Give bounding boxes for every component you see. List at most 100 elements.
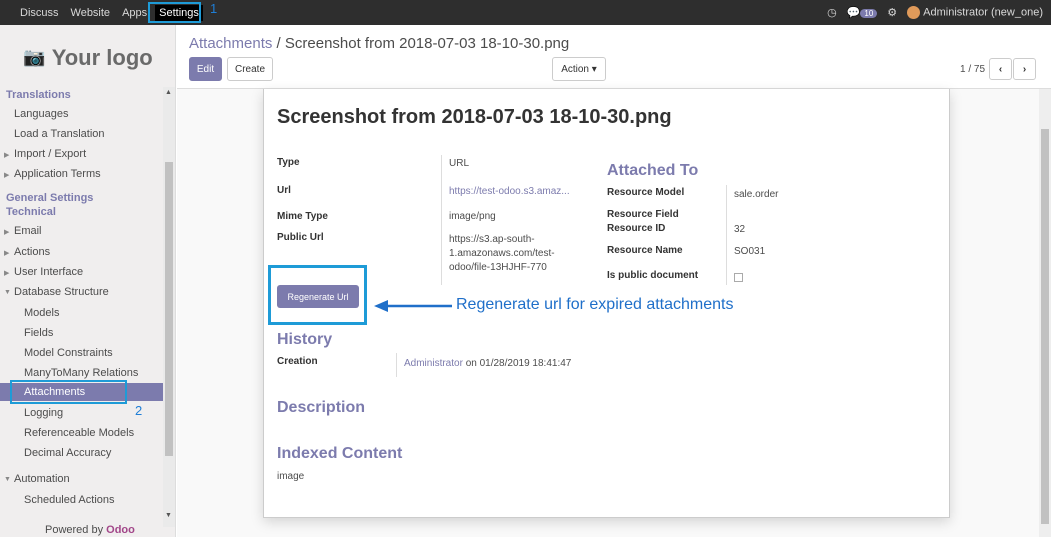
sidebar-item-model-constraints[interactable]: Model Constraints — [24, 347, 113, 359]
resource-model-value: sale.order — [734, 189, 779, 200]
field-divider — [441, 155, 442, 285]
caret-down-icon: ▼ — [4, 476, 11, 483]
public-url-line3: odoo/file-13HJHF-770 — [449, 262, 547, 273]
url-value[interactable]: https://test-odoo.s3.amaz... — [449, 186, 570, 197]
sidebar-item-email[interactable]: Email — [14, 225, 42, 237]
field-divider — [726, 185, 727, 285]
public-url-line1: https://s3.ap-south- — [449, 234, 535, 245]
creation-date: on 01/28/2019 18:41:47 — [465, 358, 572, 369]
messages-badge: 10 — [860, 9, 878, 18]
mime-type-label: Mime Type — [277, 211, 328, 222]
user-menu[interactable]: Administrator (new_one) — [907, 6, 1043, 19]
messages-icon[interactable]: 💬 10 — [847, 6, 878, 19]
main-scroll-thumb[interactable] — [1041, 129, 1049, 524]
public-url-line2: 1.amazonaws.com/test- — [449, 248, 555, 259]
sidebar-item-decimal-accuracy[interactable]: Decimal Accuracy — [24, 447, 111, 459]
sidebar-item-load-translation[interactable]: Load a Translation — [14, 128, 105, 140]
sidebar-section-translations[interactable]: Translations — [6, 89, 71, 101]
caret-right-icon: ▶ — [4, 229, 10, 236]
marker-1: 1 — [210, 1, 218, 16]
resource-name-label: Resource Name — [607, 245, 683, 256]
sidebar: 📷 Your logo Translations Languages Load a… — [0, 25, 176, 537]
resource-id-value: 32 — [734, 224, 746, 235]
type-label: Type — [277, 157, 300, 168]
caret-right-icon: ▶ — [4, 250, 10, 257]
menu-website[interactable]: Website — [71, 7, 111, 19]
indexed-content-heading: Indexed Content — [277, 445, 403, 462]
caret-down-icon: ▼ — [4, 289, 11, 296]
creation-user-link[interactable]: Administrator — [404, 358, 463, 369]
scroll-up-icon[interactable]: ▲ — [165, 89, 172, 96]
public-url-label: Public Url — [277, 232, 324, 243]
resource-field-label: Resource Field — [607, 209, 679, 220]
sidebar-item-scheduled-actions[interactable]: Scheduled Actions — [24, 494, 115, 506]
resource-id-label: Resource ID — [607, 223, 666, 234]
sidebar-scrollbar[interactable]: ▲ ▼ — [163, 87, 175, 527]
record-title: Screenshot from 2018-07-03 18-10-30.png — [277, 106, 672, 128]
history-heading: History — [277, 331, 333, 348]
creation-value: Administrator on 01/28/2019 18:41:47 — [404, 358, 571, 369]
edit-button[interactable]: Edit — [189, 57, 222, 81]
breadcrumb-separator: / — [276, 35, 281, 52]
caret-right-icon: ▶ — [4, 270, 10, 277]
sidebar-section-general-settings[interactable]: General Settings — [6, 192, 93, 204]
breadcrumb-current: Screenshot from 2018-07-03 18-10-30.png — [284, 35, 570, 52]
sidebar-item-fields[interactable]: Fields — [24, 327, 53, 339]
clock-icon[interactable]: ◷ — [827, 6, 837, 19]
type-value: URL — [449, 158, 470, 169]
logo-text: Your logo — [51, 44, 153, 70]
breadcrumb: Attachments / Screenshot from 2018-07-03… — [189, 35, 569, 52]
chevron-right-icon[interactable]: › — [1013, 58, 1036, 80]
breadcrumb-parent[interactable]: Attachments — [189, 35, 272, 52]
powered-by-text: Powered by — [45, 524, 104, 536]
sidebar-item-models[interactable]: Models — [24, 307, 59, 319]
sidebar-item-languages[interactable]: Languages — [14, 108, 68, 120]
mime-type-value: image/png — [449, 211, 496, 222]
bug-icon[interactable]: ⚙ — [887, 6, 897, 19]
marker-2: 2 — [135, 403, 143, 418]
settings-highlight-box — [148, 2, 201, 23]
indexed-content-value: image — [277, 471, 305, 482]
sidebar-item-user-interface[interactable]: User Interface — [14, 266, 83, 278]
caret-right-icon: ▶ — [4, 172, 10, 179]
is-public-checkbox[interactable] — [734, 273, 743, 282]
company-logo: 📷 Your logo — [0, 35, 176, 80]
scroll-down-icon[interactable]: ▼ — [165, 512, 172, 519]
sidebar-item-many2many[interactable]: ManyToMany Relations — [24, 367, 138, 379]
menu-apps[interactable]: Apps — [122, 7, 147, 19]
resource-model-label: Resource Model — [607, 187, 685, 198]
creation-label: Creation — [277, 356, 318, 367]
action-dropdown[interactable]: Action ▾ — [552, 57, 606, 81]
field-divider — [396, 353, 397, 377]
regenerate-url-button[interactable]: Regenerate Url — [277, 285, 359, 308]
powered-by-brand[interactable]: Odoo — [106, 524, 135, 536]
sidebar-item-database-structure[interactable]: Database Structure — [14, 286, 109, 298]
sidebar-item-logging[interactable]: Logging — [24, 407, 63, 419]
pager-value[interactable]: 1 / 75 — [960, 64, 985, 75]
attachments-highlight-box — [10, 380, 127, 404]
camera-icon: 📷 — [23, 47, 46, 67]
main-scrollbar[interactable] — [1039, 89, 1051, 537]
powered-by: Powered by Odoo — [45, 524, 135, 536]
sidebar-item-application-terms[interactable]: Application Terms — [14, 168, 101, 180]
attached-to-heading: Attached To — [607, 162, 699, 179]
chevron-left-icon[interactable]: ‹ — [989, 58, 1012, 80]
sidebar-section-technical[interactable]: Technical — [6, 206, 56, 218]
url-label: Url — [277, 185, 291, 196]
resource-name-value: SO031 — [734, 246, 766, 257]
annotation-arrow-icon — [374, 300, 452, 312]
control-panel: Attachments / Screenshot from 2018-07-03… — [177, 25, 1051, 89]
sidebar-item-actions[interactable]: Actions — [14, 246, 50, 258]
is-public-label: Is public document — [607, 270, 699, 281]
sidebar-scroll-thumb[interactable] — [165, 162, 173, 456]
sidebar-item-referenceable[interactable]: Referenceable Models — [24, 427, 134, 439]
avatar — [907, 6, 921, 19]
sidebar-item-automation[interactable]: Automation — [14, 473, 70, 485]
create-button[interactable]: Create — [227, 57, 273, 81]
sidebar-item-import-export[interactable]: Import / Export — [14, 148, 86, 160]
annotation-text: Regenerate url for expired attachments — [456, 296, 734, 313]
menu-discuss[interactable]: Discuss — [20, 7, 59, 19]
description-heading: Description — [277, 399, 366, 416]
user-name: Administrator (new_one) — [923, 6, 1043, 19]
caret-right-icon: ▶ — [4, 152, 10, 159]
